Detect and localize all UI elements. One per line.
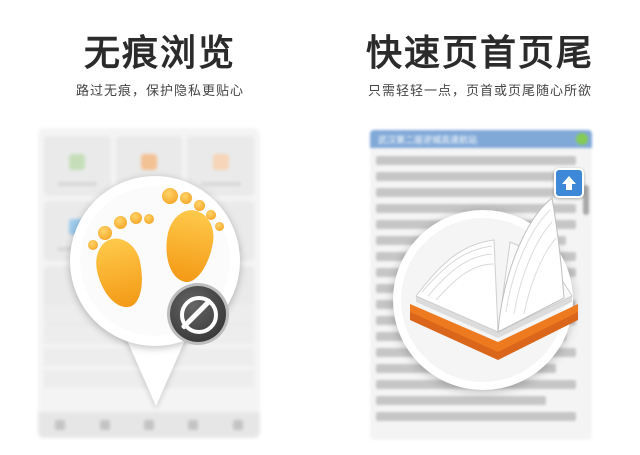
panel-subtitle: 只需轻轻一点，页首或页尾随心所欲 [367, 84, 592, 99]
panel-title: 无痕浏览 [83, 33, 236, 74]
open-book-icon [410, 197, 578, 360]
reader-header-text: 武汉第二座逆城高速航站 [378, 136, 478, 146]
text-line [376, 396, 546, 405]
back-icon [55, 420, 66, 430]
forward-icon [99, 420, 110, 430]
home-icon [232, 420, 243, 430]
text-line [376, 412, 576, 421]
panel-title: 快速页首页尾 [365, 33, 594, 74]
reader-header: 武汉第二座逆城高速航站 [370, 130, 592, 148]
arrow-up-icon [562, 176, 576, 190]
tabs-icon [188, 420, 199, 430]
no-entry-icon [170, 286, 226, 342]
location-pin [70, 176, 242, 416]
text-line [376, 156, 576, 165]
check-icon [576, 133, 588, 145]
panel-subtitle: 路过无痕，保护隐私更贴心 [75, 84, 244, 99]
menu-icon [143, 420, 154, 430]
text-line [376, 172, 576, 181]
